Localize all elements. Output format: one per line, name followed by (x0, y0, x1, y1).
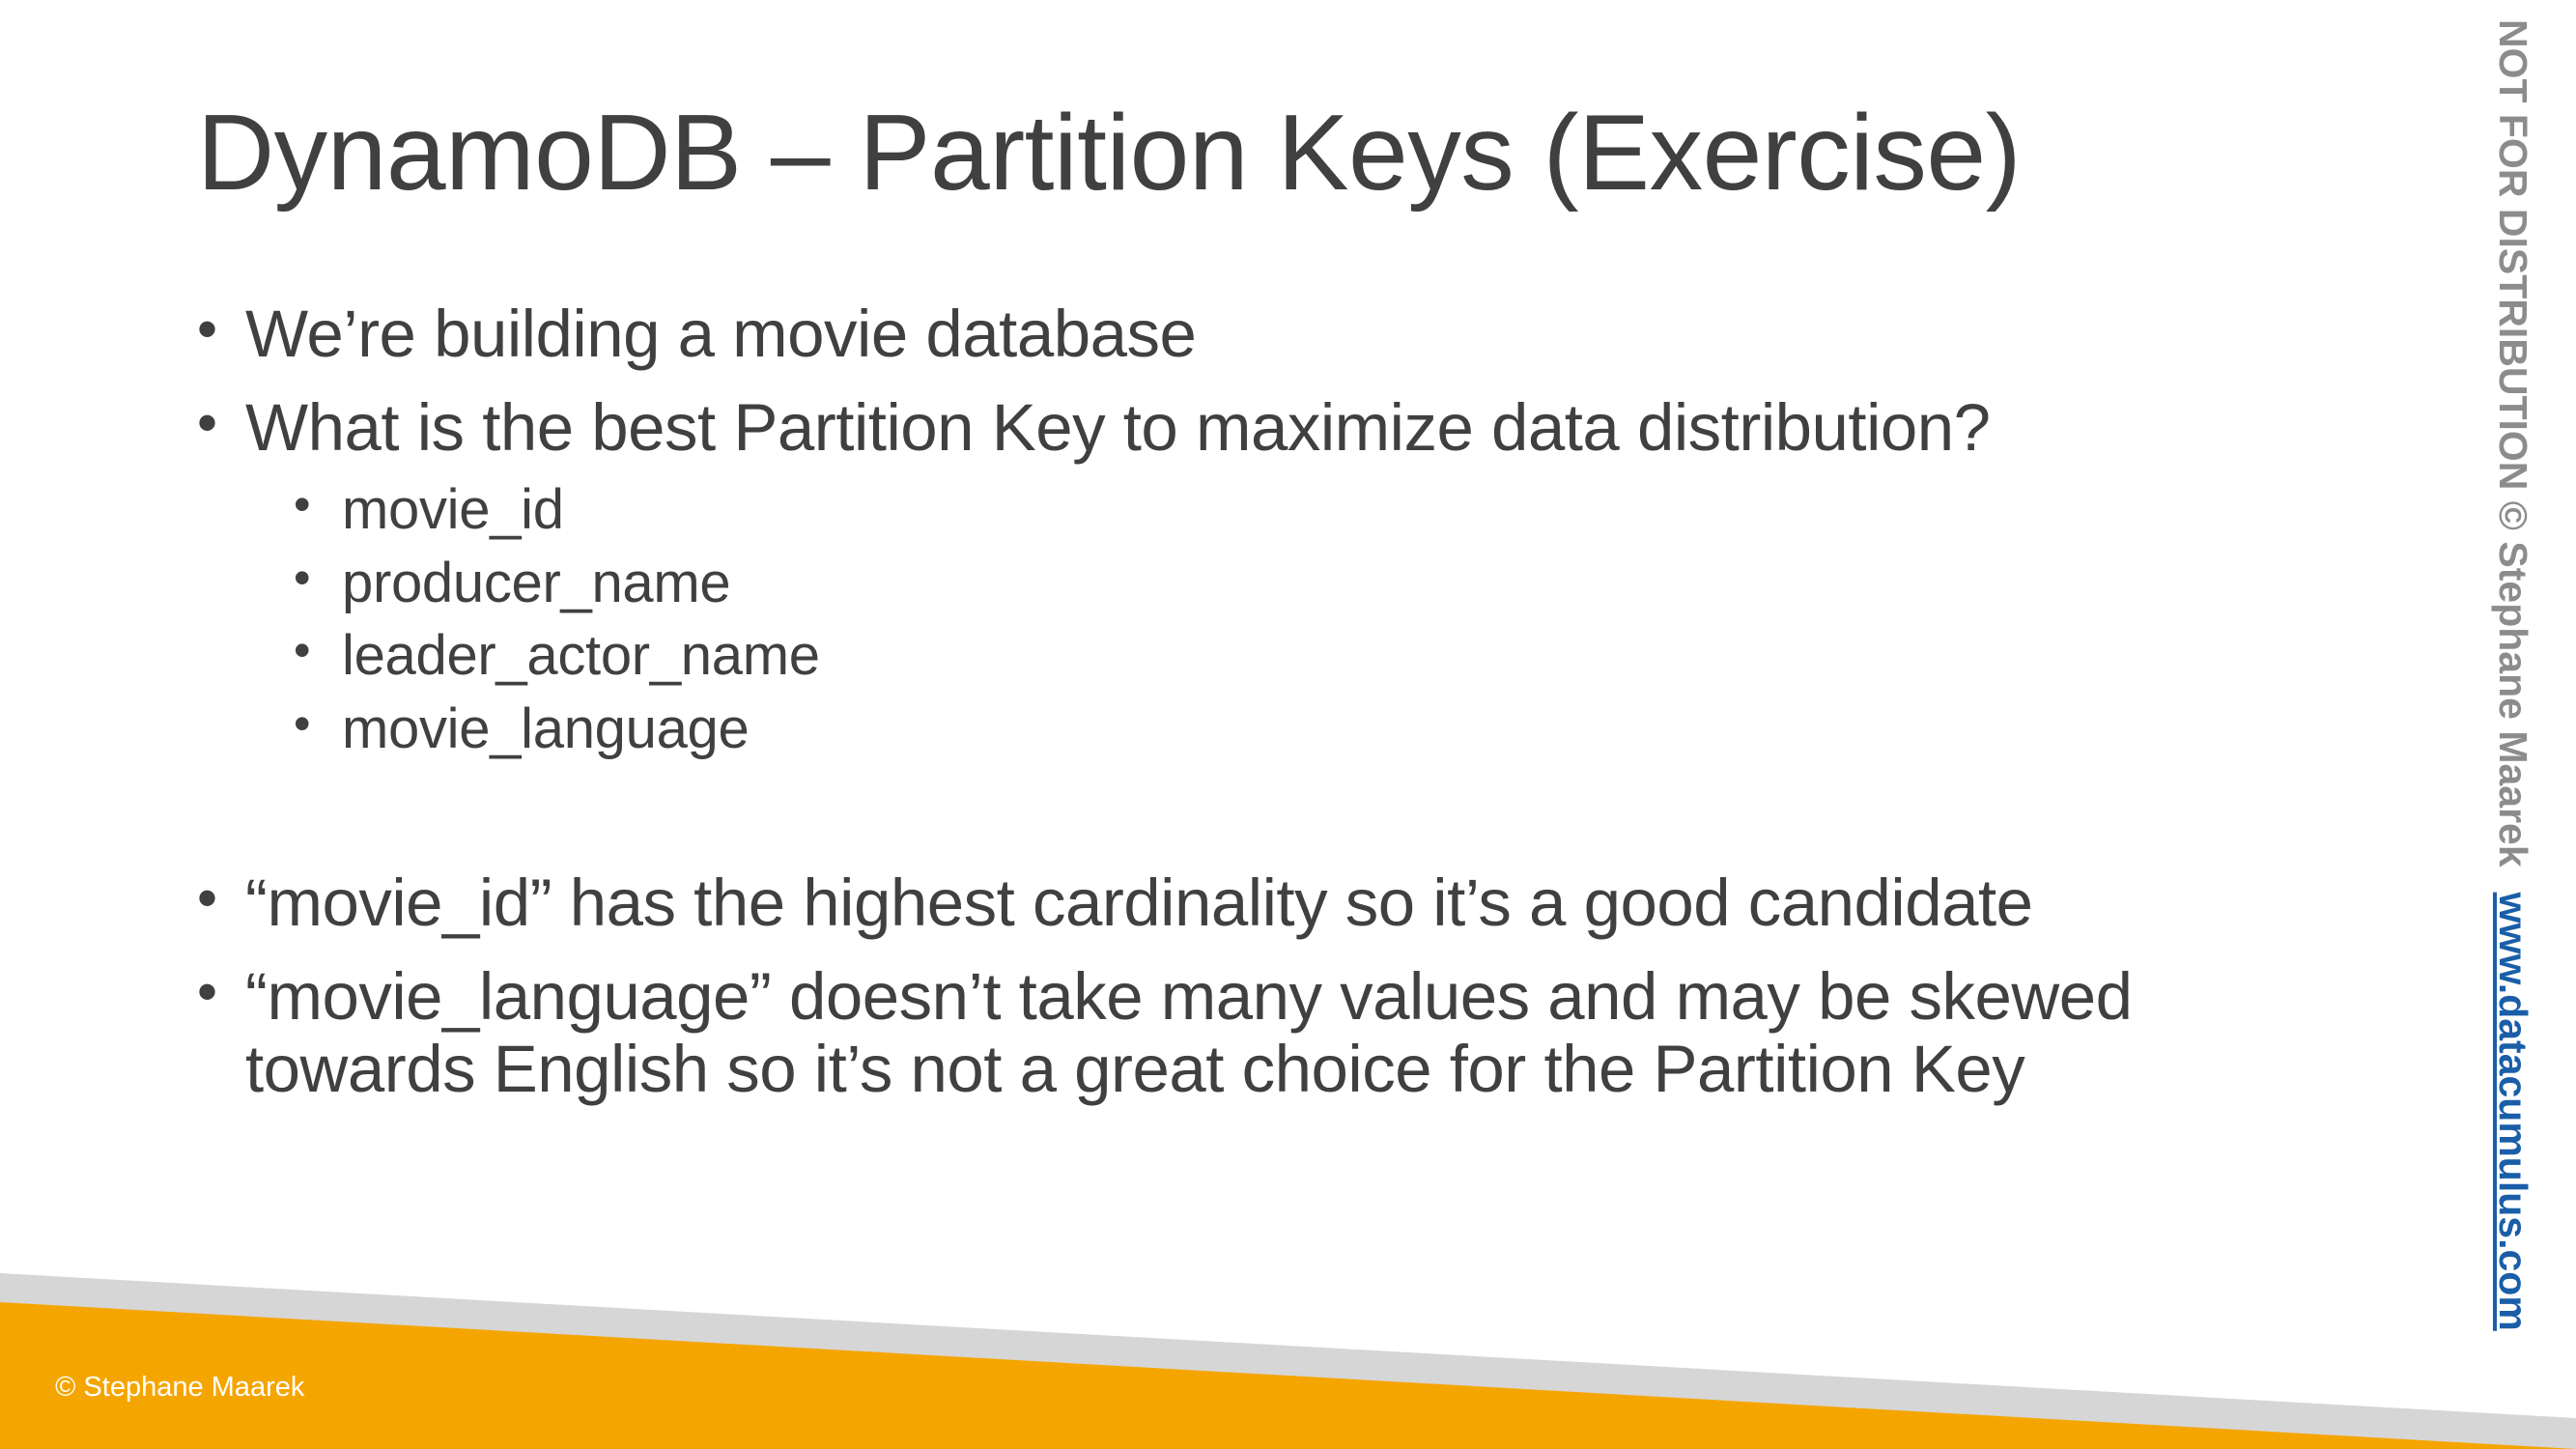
bullet-dot: • (197, 390, 217, 456)
bullet-dot: • (294, 477, 311, 532)
bullet-dot: • (197, 865, 217, 930)
side-watermark: NOT FOR DISTRIBUTION © Stephane Maarek ww… (2491, 19, 2535, 1331)
sub-bullet-item: • movie_language (294, 693, 2361, 765)
bullet-text: “movie_language” doesn’t take many value… (245, 959, 2133, 1107)
distribution-notice: NOT FOR DISTRIBUTION © Stephane Maarek (2491, 19, 2535, 867)
bullet-text: “movie_id” has the highest cardinality s… (245, 865, 2033, 940)
bullet-dot: • (294, 550, 311, 605)
sub-bullet-item: • leader_actor_name (294, 619, 2361, 692)
bullet-item: • “movie_id” has the highest cardinality… (197, 865, 2361, 940)
sub-bullet-text: movie_id (342, 478, 564, 542)
footer-copyright: © Stephane Maarek (55, 1372, 305, 1403)
bullet-list: • We’re building a movie database • What… (197, 298, 2361, 1106)
sub-bullet-item: • movie_id (294, 473, 2361, 546)
bullet-text: What is the best Partition Key to maximi… (245, 390, 1991, 466)
sub-bullet-text: producer_name (342, 551, 731, 614)
sub-bullet-list: • movie_id • producer_name • leader_acto… (294, 473, 2361, 765)
sub-bullet-text: movie_language (342, 696, 750, 760)
bullet-dot: • (197, 297, 217, 361)
bullet-dot: • (197, 959, 217, 1025)
bullet-dot: • (294, 696, 311, 751)
sub-bullet-item: • producer_name (294, 547, 2361, 619)
bullet-item: • We’re building a movie database (197, 297, 2361, 371)
bullet-item: • What is the best Partition Key to maxi… (197, 390, 2361, 466)
bullet-text: We’re building a movie database (245, 297, 1197, 371)
slide: DynamoDB – Partition Keys (Exercise) • W… (0, 0, 2576, 1449)
bullet-dot: • (294, 623, 311, 678)
website-link[interactable]: www.datacumulus.com (2491, 893, 2535, 1331)
sub-bullet-text: leader_actor_name (342, 624, 820, 688)
slide-title: DynamoDB – Partition Keys (Exercise) (197, 93, 2022, 213)
bullet-item: • “movie_language” doesn’t take many val… (197, 959, 2361, 1107)
